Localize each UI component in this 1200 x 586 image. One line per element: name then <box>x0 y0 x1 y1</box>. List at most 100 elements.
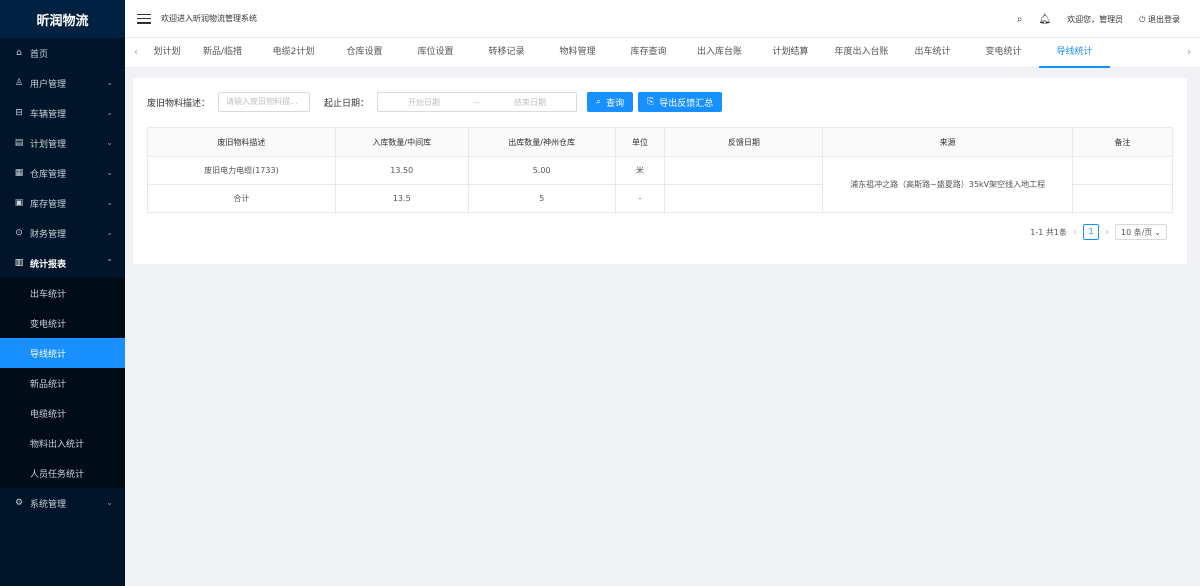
reports-submenu: 出车统计 变电统计 导线统计 新品统计 电缆统计 物料出入统计 人员任务统计 <box>0 278 125 488</box>
end-date-input[interactable]: 结束日期 <box>484 97 576 108</box>
export-button[interactable]: ⎘ 导出反馈汇总 <box>638 92 723 112</box>
logout-icon: ⏻ <box>1139 14 1148 24</box>
prev-page-icon[interactable]: ‹ <box>1073 227 1077 238</box>
sidebar-item-reports[interactable]: ▥ 统计报表 ⌃ <box>0 248 125 278</box>
tab-list: 划计划 新品/临措 电缆2计划 仓库设置 库位设置 转移记录 物料管理 库存查询… <box>147 38 1178 68</box>
col-header: 备注 <box>1072 127 1173 157</box>
tab-warehouse-settings[interactable]: 仓库设置 <box>329 38 400 68</box>
next-page-icon[interactable]: › <box>1105 227 1109 238</box>
tab-new-product[interactable]: 新品/临措 <box>187 38 258 68</box>
cell-out-qty: 5.00 <box>467 156 616 185</box>
chevron-down-icon: ⌄ <box>106 78 113 87</box>
tab-io-ledger[interactable]: 出入库台账 <box>684 38 755 68</box>
sidebar-item-vehicles[interactable]: ⊟ 车辆管理 ⌄ <box>0 98 125 128</box>
sidebar-item-users[interactable]: ♙ 用户管理 ⌄ <box>0 68 125 98</box>
sidebar-subitem-material-io-stats[interactable]: 物料出入统计 <box>0 428 125 458</box>
tab-substation-stats[interactable]: 变电统计 <box>968 38 1039 68</box>
col-header: 出库数量/神州仓库 <box>467 127 616 157</box>
search-icon: ⌕ <box>596 97 602 107</box>
top-header: 欢迎进入昕润物流管理系统 ⌕ 🔔︎ 欢迎您，管理员 ⏻ 退出登录 <box>125 0 1200 38</box>
warehouse-icon: ▦ <box>14 168 24 178</box>
car-icon: ⊟ <box>15 108 23 118</box>
cell-in-qty: 13.50 <box>334 156 469 185</box>
desc-input[interactable]: 请输入废旧物料描... <box>218 92 311 112</box>
sidebar-item-system[interactable]: ⚙ 系统管理 ⌄ <box>0 488 125 518</box>
date-label: 起止日期： <box>324 98 370 109</box>
sidebar-subitem-wire-stats[interactable]: 导线统计 <box>0 338 125 368</box>
sidebar-item-home[interactable]: ⌂ 首页 <box>0 38 125 68</box>
page-number[interactable]: 1 <box>1083 224 1099 240</box>
chevron-right-icon[interactable]: › <box>1178 47 1200 58</box>
cell-remark <box>1072 156 1173 185</box>
app-logo: 昕润物流 <box>0 0 125 38</box>
filter-bar: 废旧物料描述： 请输入废旧物料描... 起止日期： 开始日期 ~ 结束日期 ⌕ … <box>147 92 723 112</box>
tab-location-settings[interactable]: 库位设置 <box>400 38 471 68</box>
cell-date <box>664 184 824 213</box>
cell-out-qty: 5 <box>467 184 616 213</box>
tab-cable-plan[interactable]: 电缆2计划 <box>258 38 329 68</box>
wire-stats-table: 废旧物料描述 入库数量/中间库 出库数量/神州仓库 单位 反馈日期 来源 备注 … <box>147 127 1173 213</box>
sidebar-subitem-cable-stats[interactable]: 电缆统计 <box>0 398 125 428</box>
tab-material-management[interactable]: 物料管理 <box>542 38 613 68</box>
desc-label: 废旧物料描述： <box>147 98 211 109</box>
sidebar-item-label: 库存管理 <box>30 199 67 210</box>
settings-icon: ⚙ <box>14 498 24 508</box>
sidebar-subitem-vehicle-stats[interactable]: 出车统计 <box>0 278 125 308</box>
sidebar-item-inventory[interactable]: ▣ 库存管理 ⌄ <box>0 188 125 218</box>
sidebar-item-label: 计划管理 <box>30 139 67 150</box>
sidebar-subitem-substation-stats[interactable]: 变电统计 <box>0 308 125 338</box>
cell-in-qty: 13.5 <box>334 184 469 213</box>
tab-annual-ledger[interactable]: 年度出入台账 <box>826 38 897 68</box>
search-button[interactable]: ⌕ 查询 <box>587 92 634 112</box>
sidebar-item-plans[interactable]: ▤ 计划管理 ⌄ <box>0 128 125 158</box>
tab-plan[interactable]: 划计划 <box>147 38 187 68</box>
sidebar-item-finance[interactable]: ⊙ 财务管理 ⌄ <box>0 218 125 248</box>
search-icon[interactable]: ⌕ <box>1017 14 1023 25</box>
tab-plan-settlement[interactable]: 计划结算 <box>755 38 826 68</box>
chevron-down-icon: ⌄ <box>106 168 113 177</box>
main-panel: 废旧物料描述： 请输入废旧物料描... 起止日期： 开始日期 ~ 结束日期 ⌕ … <box>133 78 1187 264</box>
tab-vehicle-stats[interactable]: 出车统计 <box>897 38 968 68</box>
sidebar-item-label: 统计报表 <box>30 259 67 270</box>
file-icon: ▤ <box>14 138 24 148</box>
start-date-input[interactable]: 开始日期 <box>378 97 470 108</box>
page-size-select[interactable]: 10 条/页 ⌄ <box>1115 224 1167 240</box>
cell-unit: 米 <box>614 156 666 185</box>
export-button-label: 导出反馈汇总 <box>659 98 714 109</box>
page-tabs: ‹ 划计划 新品/临措 电缆2计划 仓库设置 库位设置 转移记录 物料管理 库存… <box>125 38 1200 68</box>
header-actions: ⌕ 🔔︎ 欢迎您，管理员 ⏻ 退出登录 <box>1017 0 1180 38</box>
col-header: 废旧物料描述 <box>147 127 336 157</box>
tab-wire-stats[interactable]: 导线统计 <box>1039 38 1110 68</box>
sidebar: 昕润物流 ⌂ 首页 ♙ 用户管理 ⌄ ⊟ 车辆管理 ⌄ ▤ 计划管理 ⌄ ▦ 仓… <box>0 0 125 586</box>
inventory-icon: ▣ <box>14 198 24 208</box>
col-header: 来源 <box>822 127 1074 157</box>
finance-icon: ⊙ <box>15 228 23 238</box>
menu-fold-icon[interactable] <box>137 12 151 26</box>
bell-icon[interactable]: 🔔︎ <box>1038 14 1051 25</box>
sidebar-item-label: 仓库管理 <box>30 169 67 180</box>
chevron-down-icon: ⌄ <box>106 198 113 207</box>
col-header: 反馈日期 <box>664 127 824 157</box>
search-button-label: 查询 <box>606 98 625 109</box>
sidebar-item-label: 财务管理 <box>30 229 67 240</box>
col-header: 入库数量/中间库 <box>334 127 469 157</box>
sidebar-subitem-staff-task-stats[interactable]: 人员任务统计 <box>0 458 125 488</box>
tab-transfer-records[interactable]: 转移记录 <box>471 38 542 68</box>
cell-desc: 废旧电力电缆(1733) <box>147 156 336 185</box>
pagination-summary: 1-1 共1条 <box>1030 227 1067 237</box>
user-icon: ♙ <box>14 78 24 88</box>
cell-desc: 合计 <box>147 184 336 213</box>
welcome-text: 欢迎进入昕润物流管理系统 <box>161 14 257 23</box>
chevron-left-icon[interactable]: ‹ <box>125 47 147 58</box>
sidebar-item-label: 系统管理 <box>30 499 67 510</box>
sidebar-item-label: 用户管理 <box>30 79 67 90</box>
table-row: 废旧电力电缆(1733) 13.50 5.00 米 浦东祖冲之路（高斯路~盛夏路… <box>147 156 1173 213</box>
chevron-down-icon: ⌄ <box>106 498 113 507</box>
date-range-picker[interactable]: 开始日期 ~ 结束日期 <box>377 92 578 112</box>
chevron-down-icon: ⌄ <box>106 138 113 147</box>
sidebar-item-warehouse[interactable]: ▦ 仓库管理 ⌄ <box>0 158 125 188</box>
tab-stock-query[interactable]: 库存查询 <box>613 38 684 68</box>
sidebar-item-label: 首页 <box>30 49 49 60</box>
logout-button[interactable]: ⏻ 退出登录 <box>1139 14 1180 25</box>
sidebar-subitem-new-product-stats[interactable]: 新品统计 <box>0 368 125 398</box>
